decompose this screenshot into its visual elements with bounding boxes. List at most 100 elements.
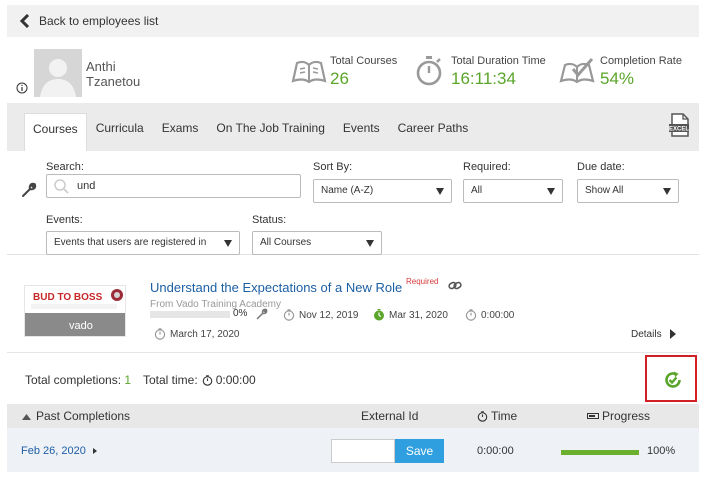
due-date-select[interactable]: Show All [577,179,679,203]
green-clock-icon [374,309,384,321]
dropdown-arrow-icon [366,240,374,247]
dropdown-arrow-icon [663,188,671,195]
chevron-left-icon [19,14,30,28]
thumb-title: BUD TO BOSS [33,292,103,303]
wrench-small-icon[interactable] [256,308,268,320]
search-input[interactable] [77,178,292,194]
details-label: Details [631,328,662,340]
dropdown-arrow-icon [436,188,444,195]
total-duration-label: Total Duration Time [451,55,546,67]
completion-rate-value: 54% [600,69,635,88]
stat-total-courses: Total Courses 26 [330,55,397,90]
completion-progress-pct: 100% [647,445,676,457]
stat-completion-rate: Completion Rate 54% [600,55,682,90]
caret-right-icon [669,329,676,339]
total-time-value: 0:00:00 [215,373,256,387]
external-id-input[interactable] [331,439,395,463]
header-time: Time [477,409,517,423]
total-time-label: Total time: [143,373,198,387]
book-check-icon [559,58,595,84]
course-assigned-date: Nov 12, 2019 [283,309,359,321]
completion-rate-label: Completion Rate [600,55,682,67]
past-completions-title-text: Past Completions [36,409,131,423]
completion-time: 0:00:00 [477,445,514,457]
completion-date-text: Feb 26, 2020 [21,445,86,457]
past-completions-header: Past Completions External Id Time Progre… [7,404,699,428]
progress-bar-icon [587,413,599,419]
date-2-text: Mar 31, 2020 [389,309,448,321]
due-date-value: Show All [585,185,624,196]
date-1-text: Nov 12, 2019 [299,309,359,321]
completion-progress-fill [561,450,639,455]
course-progress-bar [150,311,230,318]
stopwatch-icon [416,56,442,86]
tab-courses[interactable]: Courses [24,113,87,151]
profile-header: Anthi Tzanetou Total Courses 26 Total Du… [7,41,699,103]
tabs-bar: Courses Curricula Exams On The Job Train… [7,103,699,151]
search-label: Search: [46,161,84,173]
sort-by-select[interactable]: Name (A-Z) [313,179,452,203]
tab-career-paths[interactable]: Career Paths [389,113,478,151]
employee-course-page: Back to employees list Anthi Tzanetou To… [7,5,699,484]
clock-icon [477,410,488,422]
course-thumbnail-image: BUD TO BOSS vado [25,286,125,336]
back-bar[interactable]: Back to employees list [7,5,699,37]
save-button[interactable]: Save [395,439,444,463]
reset-completion-highlight [645,355,697,402]
course-due-date: Mar 31, 2020 [373,309,448,321]
total-courses-value: 26 [330,69,349,88]
info-icon[interactable] [16,82,28,94]
search-box[interactable] [46,174,301,198]
completion-date-link[interactable]: Feb 26, 2020 [21,445,99,457]
events-value: Events that users are registered in [54,237,207,248]
past-completions-title: Past Completions [21,409,130,423]
back-to-employees-link[interactable]: Back to employees list [39,14,158,28]
clock-icon [202,374,212,386]
details-link[interactable]: Details [631,328,678,340]
excel-export-icon[interactable]: EXCEL [668,113,690,137]
avatar-silhouette-icon [34,49,82,97]
wrench-icon[interactable] [21,182,37,198]
table-row: Feb 26, 2020 Save 0:00:00 100% [7,428,699,472]
book-icon [291,60,327,84]
header-progress: Progress [587,409,650,423]
course-thumbnail[interactable]: BUD TO BOSS vado [24,285,126,337]
due-date-label: Due date: [577,161,625,173]
dropdown-arrow-icon [547,188,555,195]
user-last-name: Tzanetou [86,74,141,89]
required-select[interactable]: All [463,179,563,203]
sort-by-value: Name (A-Z) [321,185,374,196]
filters-panel: Search: Sort By: Name (A-Z) Required: Al… [7,151,699,255]
tab-curricula[interactable]: Curricula [87,113,153,151]
thumb-brand: vado [69,320,93,332]
tab-exams[interactable]: Exams [153,113,208,151]
course-duration: 0:00:00 [465,309,514,321]
status-select[interactable]: All Courses [252,231,382,255]
header-progress-text: Progress [602,409,651,423]
status-label: Status: [252,214,287,226]
course-title-link[interactable]: Understand the Expectations of a New Rol… [150,280,402,295]
caret-right-icon [92,448,97,454]
dropdown-arrow-icon [224,240,232,247]
total-time: Total time: 0:00:00 [143,373,256,387]
required-value: All [471,185,483,196]
events-select[interactable]: Events that users are registered in [46,231,240,255]
tab-on-the-job-training[interactable]: On The Job Training [207,113,334,151]
stat-total-duration: Total Duration Time 16:11:34 [451,55,546,90]
sort-by-label: Sort By: [313,161,353,173]
user-first-name: Anthi [86,59,116,74]
duration-text: 0:00:00 [481,309,515,321]
svg-text:EXCEL: EXCEL [669,127,689,133]
avatar [34,49,82,97]
clock-icon [283,309,295,321]
header-external-id: External Id [361,409,419,423]
tab-list: Courses Curricula Exams On The Job Train… [24,113,477,151]
tab-events[interactable]: Events [334,113,389,151]
course-progress-pct: 0% [233,308,248,319]
link-icon[interactable] [448,280,462,292]
reset-completion-icon[interactable] [663,370,683,390]
total-completions-value: 1 [124,373,132,387]
total-duration-value: 16:11:34 [451,69,516,88]
required-label: Required: [463,161,511,173]
status-value: All Courses [260,237,312,248]
